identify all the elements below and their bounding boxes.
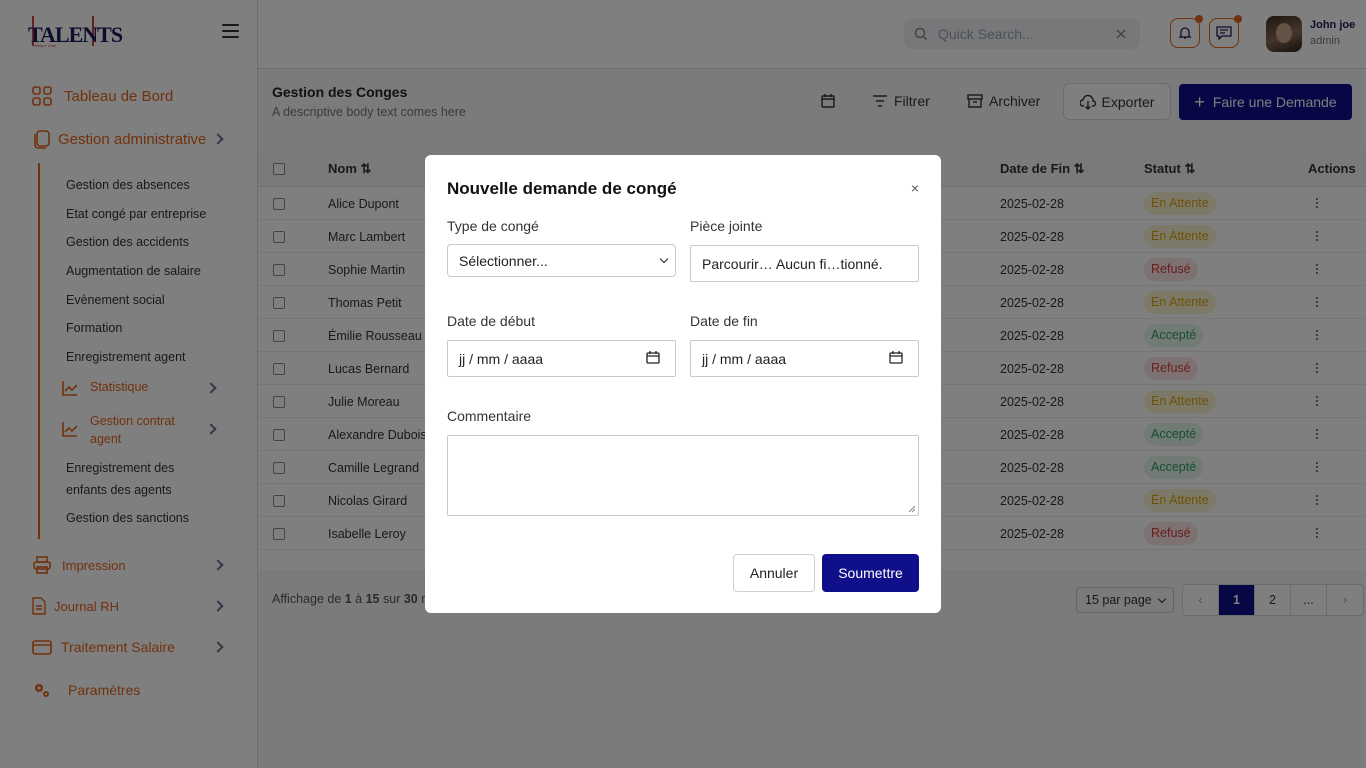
leave-type-value: Sélectionner... — [459, 252, 548, 269]
start-date-input[interactable]: jj / mm / aaaa — [447, 340, 676, 377]
modal-title: Nouvelle demande de congé — [447, 179, 677, 198]
calendar-icon[interactable] — [646, 351, 660, 364]
calendar-icon[interactable] — [889, 351, 903, 364]
leave-type-select[interactable]: Sélectionner... — [447, 244, 676, 277]
comment-textarea[interactable] — [447, 435, 919, 516]
cancel-button[interactable]: Annuler — [733, 554, 815, 592]
chevron-down-icon — [659, 254, 669, 264]
start-date-value: jj / mm / aaaa — [459, 350, 544, 367]
submit-button[interactable]: Soumettre — [822, 554, 919, 592]
attachment-input[interactable]: Parcourir… Aucun fi…tionné. — [690, 245, 919, 282]
close-icon[interactable]: × — [909, 181, 921, 195]
leave-type-label: Type de congé — [447, 218, 539, 234]
end-date-value: jj / mm / aaaa — [702, 350, 787, 367]
leave-request-modal: Nouvelle demande de congé × Type de cong… — [425, 155, 941, 613]
attachment-value: Parcourir… Aucun fi…tionné. — [702, 255, 883, 272]
resize-handle-icon[interactable] — [908, 505, 916, 513]
start-date-label: Date de début — [447, 313, 535, 329]
end-date-label: Date de fin — [690, 313, 758, 329]
comment-label: Commentaire — [447, 408, 532, 424]
end-date-input[interactable]: jj / mm / aaaa — [690, 340, 919, 377]
attachment-label: Pièce jointe — [690, 218, 763, 234]
